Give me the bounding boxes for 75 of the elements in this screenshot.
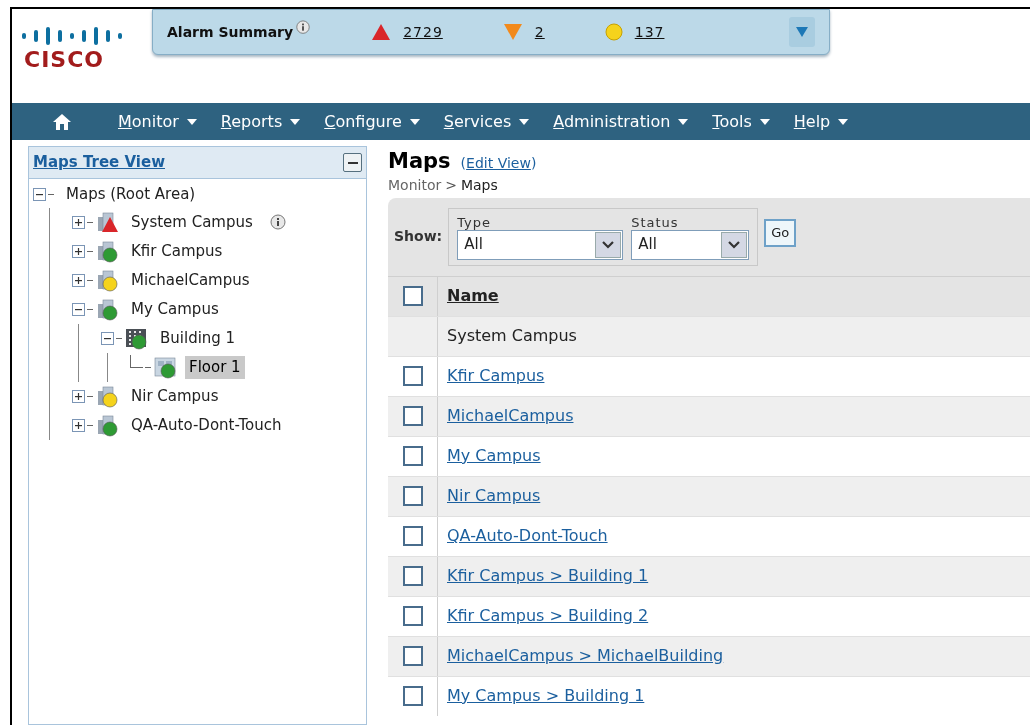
map-link[interactable]: My Campus [447, 444, 541, 468]
row-checkbox[interactable] [402, 406, 423, 426]
caret-icon [759, 118, 770, 125]
tree-node-label[interactable]: My Campus [127, 298, 223, 321]
chevron-down-icon [728, 240, 741, 249]
map-link[interactable]: Kfir Campus > Building 2 [447, 604, 649, 628]
show-label: Show: [394, 227, 443, 246]
collapse-icon[interactable] [101, 332, 114, 345]
caret-icon [290, 118, 301, 125]
tree-node-label[interactable]: Floor 1 [185, 356, 245, 379]
tree-node-label[interactable]: Nir Campus [127, 385, 223, 408]
row-checkbox[interactable] [402, 646, 423, 666]
row-checkbox[interactable] [402, 446, 423, 466]
filter-select[interactable]: All [631, 229, 750, 260]
select-all-checkbox[interactable] [402, 286, 423, 306]
caret-icon [678, 118, 689, 125]
expand-icon[interactable] [72, 390, 85, 403]
collapse-icon[interactable] [72, 303, 85, 316]
tree-node-label[interactable]: Building 1 [156, 327, 240, 350]
home-icon[interactable] [52, 112, 72, 131]
filter-label: Status [631, 214, 680, 230]
row-checkbox[interactable] [402, 366, 423, 386]
breadcrumb-item: Maps [460, 175, 498, 195]
row-checkbox[interactable] [402, 486, 423, 506]
alarm-count-link[interactable]: 2 [534, 21, 545, 43]
collapse-icon[interactable] [33, 187, 46, 201]
alarm-count-link[interactable]: 2729 [403, 21, 443, 43]
expand-icon[interactable] [72, 245, 85, 258]
tree-root-label[interactable]: Maps (Root Area) [66, 182, 196, 206]
nav-menu[interactable]: Reports [220, 109, 301, 134]
expand-icon[interactable] [72, 216, 85, 229]
name-column-header[interactable]: Name [447, 284, 499, 308]
map-link[interactable]: Kfir Campus [447, 364, 545, 388]
tree-node-label[interactable]: MichaelCampus [127, 269, 254, 292]
nav-menu[interactable]: Monitor [118, 109, 197, 134]
nav-menu[interactable]: Help [793, 109, 849, 134]
row-checkbox[interactable] [402, 566, 423, 586]
nav-menu[interactable]: Administration [553, 109, 689, 134]
caret-icon [838, 118, 849, 125]
chevron-down-icon [602, 240, 615, 249]
row-checkbox[interactable] [402, 686, 423, 706]
map-name: System Campus [447, 325, 577, 347]
filter-select[interactable]: All [457, 229, 624, 260]
alarm-count-link[interactable]: 137 [634, 21, 665, 43]
row-checkbox[interactable] [402, 526, 423, 546]
page-title: Maps [388, 148, 451, 175]
filter-label: Type [457, 214, 493, 230]
caret-icon [409, 118, 420, 125]
tree-node-label[interactable]: System Campus [127, 211, 257, 234]
tree-node-label[interactable]: QA-Auto-Dont-Touch [127, 414, 286, 437]
info-icon[interactable] [268, 213, 287, 232]
edit-view-link[interactable]: (Edit View) [460, 153, 537, 174]
breadcrumb-separator: > [445, 175, 457, 195]
caret-icon [186, 118, 197, 125]
nav-menu[interactable]: Configure [324, 109, 420, 134]
tree-node-label[interactable]: Kfir Campus [127, 240, 227, 263]
expand-icon[interactable] [72, 419, 85, 432]
logo-text: CISCO [23, 49, 106, 71]
collapse-panel-button[interactable] [343, 153, 362, 172]
dropdown-toggle-button[interactable] [789, 17, 815, 47]
map-link[interactable]: Nir Campus [447, 484, 541, 508]
nav-menu[interactable]: Tools [712, 109, 770, 134]
map-link[interactable]: Kfir Campus > Building 1 [447, 564, 649, 588]
expand-icon[interactable] [72, 274, 85, 287]
nav-menu[interactable]: Services [443, 109, 530, 134]
alarm-summary-title: Alarm Summary [167, 22, 294, 42]
down-triangle-icon [796, 27, 808, 37]
breadcrumb-item[interactable]: Monitor [388, 174, 442, 196]
info-icon[interactable] [295, 20, 312, 36]
caret-icon [519, 118, 530, 125]
map-link[interactable]: My Campus > Building 1 [447, 684, 645, 708]
map-link[interactable]: MichaelCampus [447, 404, 574, 428]
map-link[interactable]: QA-Auto-Dont-Touch [447, 524, 608, 548]
go-button[interactable]: Go [764, 218, 797, 247]
row-checkbox[interactable] [402, 606, 423, 626]
